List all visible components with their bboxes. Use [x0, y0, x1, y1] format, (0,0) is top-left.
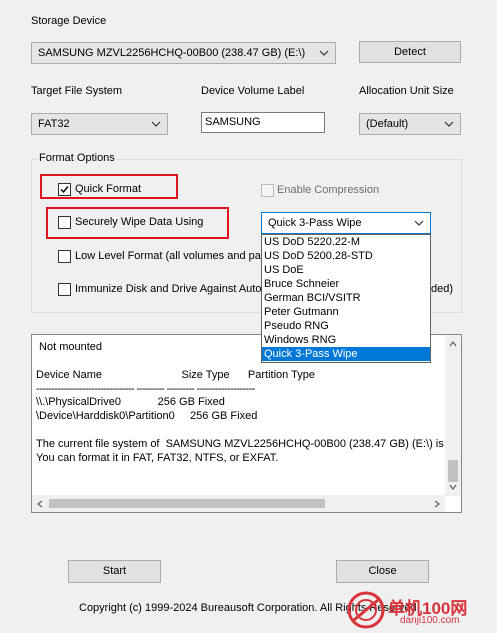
- file-system-label: Target File System: [31, 85, 123, 97]
- immunize-label: Immunize Disk and Drive Against Autoru: [75, 283, 272, 295]
- volume-label-label: Device Volume Label: [201, 85, 305, 97]
- horizontal-scrollbar[interactable]: [32, 495, 445, 512]
- vertical-scrollbar[interactable]: [445, 335, 461, 496]
- file-system-value: FAT32: [38, 118, 70, 130]
- storage-device-label: Storage Device: [31, 15, 107, 27]
- start-button[interactable]: Start: [68, 560, 161, 583]
- storage-device-value: SAMSUNG MZVL2256HCHQ-00B00 (238.47 GB) (…: [38, 47, 306, 59]
- info-line: You can format it in FAT, FAT32, NTFS, o…: [36, 452, 279, 464]
- allocation-value: (Default): [366, 118, 409, 130]
- wipe-option[interactable]: Pseudo RNG: [262, 319, 430, 333]
- wipe-method-select[interactable]: Quick 3-Pass Wipe: [261, 212, 431, 234]
- info-line: -------------------------------- -------…: [36, 383, 255, 395]
- immunize-label-tail: ded): [431, 283, 454, 295]
- scroll-up-icon: [449, 341, 457, 347]
- info-line: \Device\Harddisk0\Partition0 256 GB Fixe…: [36, 410, 258, 422]
- enable-compression-label: Enable Compression: [277, 184, 380, 196]
- wipe-option[interactable]: Bruce Schneier: [262, 277, 430, 291]
- red-callout-box: [46, 207, 229, 239]
- chevron-down-icon: [444, 114, 454, 134]
- format-options-title: Format Options: [37, 152, 117, 164]
- low-level-label: Low Level Format (all volumes and par: [75, 250, 265, 262]
- wipe-option[interactable]: US DoE: [262, 263, 430, 277]
- info-line: Device Name Size Type Partition Type: [36, 369, 315, 381]
- wipe-option[interactable]: Peter Gutmann: [262, 305, 430, 319]
- wipe-option[interactable]: Windows RNG: [262, 333, 430, 347]
- file-system-select[interactable]: FAT32: [31, 113, 168, 135]
- wipe-option[interactable]: German BCI/VSITR: [262, 291, 430, 305]
- wipe-option-selected[interactable]: Quick 3-Pass Wipe: [262, 347, 430, 361]
- chevron-down-icon: [414, 213, 424, 233]
- immunize-checkbox[interactable]: [58, 283, 71, 296]
- chevron-down-icon: [319, 43, 329, 63]
- info-line: \\.\PhysicalDrive0 256 GB Fixed: [36, 396, 225, 408]
- allocation-label: Allocation Unit Size: [359, 85, 454, 97]
- info-line: The current file system of SAMSUNG MZVL2…: [36, 438, 450, 450]
- scroll-down-icon: [449, 484, 457, 490]
- storage-device-select[interactable]: SAMSUNG MZVL2256HCHQ-00B00 (238.47 GB) (…: [31, 42, 336, 64]
- enable-compression-checkbox[interactable]: [261, 184, 274, 197]
- watermark-url: danji100.com: [400, 615, 460, 626]
- wipe-method-dropdown-list[interactable]: US DoD 5220.22-M US DoD 5200.28-STD US D…: [261, 234, 431, 363]
- low-level-checkbox[interactable]: [58, 250, 71, 263]
- wipe-method-value: Quick 3-Pass Wipe: [268, 217, 362, 229]
- detect-button[interactable]: Detect: [359, 41, 461, 63]
- close-button[interactable]: Close: [336, 560, 429, 583]
- chevron-down-icon: [151, 114, 161, 134]
- scroll-left-icon: [37, 500, 43, 508]
- wipe-option[interactable]: US DoD 5220.22-M: [262, 235, 430, 249]
- red-callout-box: [40, 174, 178, 199]
- scroll-thumb[interactable]: [49, 499, 325, 508]
- info-line: Not mounted: [36, 341, 103, 353]
- scroll-right-icon: [434, 500, 440, 508]
- allocation-select[interactable]: (Default): [359, 113, 461, 135]
- watermark-logo-icon: [346, 590, 386, 630]
- wipe-option[interactable]: US DoD 5200.28-STD: [262, 249, 430, 263]
- scroll-thumb[interactable]: [448, 460, 458, 482]
- volume-label-input[interactable]: SAMSUNG: [201, 112, 325, 133]
